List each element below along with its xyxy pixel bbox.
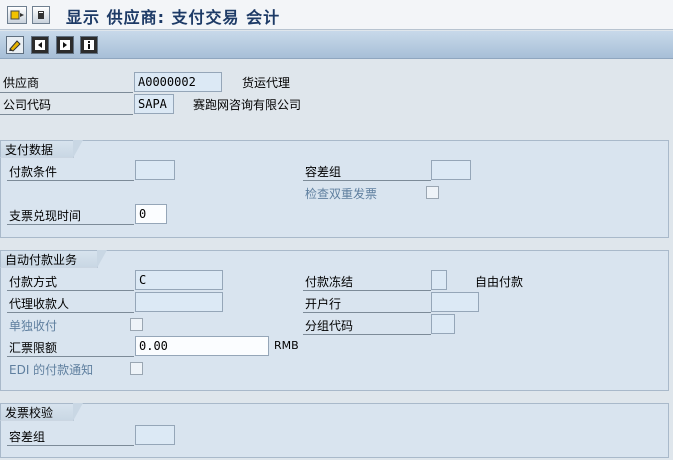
invoice-tolerance-group-underline: [7, 445, 134, 446]
check-cashing-time-field[interactable]: 0: [135, 204, 167, 224]
company-code-label-underline: [0, 114, 133, 115]
house-bank-field[interactable]: [431, 292, 479, 312]
payment-data-title: 支付数据: [0, 140, 84, 158]
payment-block-underline: [303, 290, 431, 291]
automatic-payment-title: 自动付款业务: [0, 250, 108, 268]
payment-terms-field[interactable]: [135, 160, 175, 180]
bill-limit-field[interactable]: 0.00: [135, 336, 269, 356]
title-bar: 显示 供应商: 支付交易 会计: [0, 0, 673, 30]
tolerance-group-underline: [303, 180, 431, 181]
edi-label: EDI 的付款通知: [9, 363, 94, 377]
payment-method-underline: [7, 290, 134, 291]
page-title: 显示 供应商: 支付交易 会计: [66, 8, 281, 27]
vendor-label: 供应商: [3, 76, 40, 90]
payment-block-field[interactable]: [431, 270, 447, 290]
alternate-payee-field[interactable]: [135, 292, 223, 312]
info-icon[interactable]: [80, 36, 98, 54]
payment-method-field[interactable]: C: [135, 270, 223, 290]
alternate-payee-underline: [7, 312, 134, 313]
invoice-tolerance-group-field[interactable]: [135, 425, 175, 445]
next-icon[interactable]: [56, 36, 74, 54]
payment-terms-label: 付款条件: [9, 165, 58, 179]
house-bank-label: 开户行: [305, 297, 342, 311]
company-code-field[interactable]: SAPA: [134, 94, 174, 114]
individual-payment-checkbox[interactable]: [130, 318, 143, 331]
check-double-invoice-label: 检查双重发票: [305, 187, 378, 201]
individual-payment-label: 单独收付: [9, 319, 58, 333]
payment-data-group: 支付数据 付款条件 容差组 检查双重发票 支票兑现时间 0: [0, 140, 669, 238]
prev-icon[interactable]: [31, 36, 49, 54]
alternate-payee-label: 代理收款人: [9, 297, 70, 311]
company-code-label: 公司代码: [3, 98, 52, 112]
tolerance-group-field[interactable]: [431, 160, 471, 180]
dropdown-icon[interactable]: [32, 6, 50, 24]
tolerance-group-label: 容差组: [305, 165, 342, 179]
payment-terms-underline: [7, 180, 134, 181]
payment-block-text: 自由付款: [475, 275, 524, 289]
check-double-invoice-checkbox[interactable]: [426, 186, 439, 199]
invoice-tolerance-group-label: 容差组: [9, 430, 46, 444]
bill-limit-currency: RMB: [274, 339, 299, 352]
grouping-key-label: 分组代码: [305, 319, 354, 333]
vendor-field[interactable]: A0000002: [134, 72, 222, 92]
bill-limit-label: 汇票限额: [9, 341, 58, 355]
menu-icon[interactable]: [7, 6, 27, 24]
vendor-name: 货运代理: [242, 76, 291, 90]
check-cashing-time-underline: [7, 224, 134, 225]
invoice-verification-title: 发票校验: [0, 403, 84, 421]
check-cashing-time-label: 支票兑现时间: [9, 209, 82, 223]
grouping-key-underline: [303, 334, 431, 335]
payment-block-label: 付款冻结: [305, 275, 354, 289]
company-name: 赛跑网咨询有限公司: [193, 98, 302, 112]
payment-method-label: 付款方式: [9, 275, 58, 289]
edit-icon[interactable]: [6, 36, 24, 54]
house-bank-underline: [303, 312, 431, 313]
invoice-verification-group: 发票校验 容差组: [0, 403, 669, 458]
automatic-payment-group: 自动付款业务 付款方式 C 付款冻结 自由付款 代理收款人 开户行 单独收付 分…: [0, 250, 669, 391]
application-toolbar: [0, 31, 673, 59]
grouping-key-field[interactable]: [431, 314, 455, 334]
bill-limit-underline: [7, 356, 134, 357]
vendor-label-underline: [0, 92, 133, 93]
edi-checkbox[interactable]: [130, 362, 143, 375]
